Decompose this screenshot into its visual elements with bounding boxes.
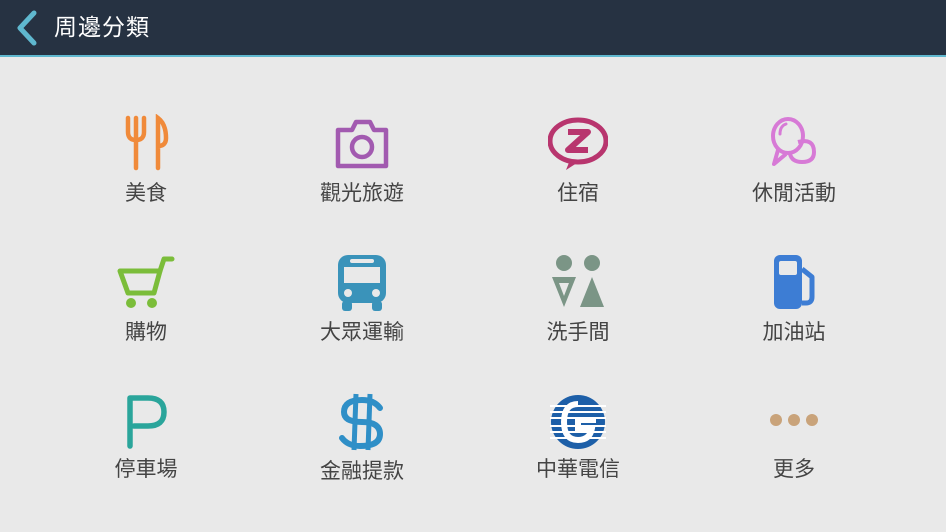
dollar-icon bbox=[339, 393, 384, 451]
category-gas-station[interactable]: 加油站 bbox=[686, 253, 902, 381]
category-label: 休閒活動 bbox=[752, 181, 836, 205]
category-label: 購物 bbox=[125, 320, 167, 344]
fork-knife-icon bbox=[125, 114, 169, 171]
category-parking[interactable]: 停車場 bbox=[38, 392, 254, 520]
app-header: 周邊分類 bbox=[0, 0, 946, 57]
category-food[interactable]: 美食 bbox=[38, 114, 254, 242]
category-more[interactable]: 更多 bbox=[686, 392, 902, 520]
category-label: 住宿 bbox=[557, 181, 599, 205]
category-label: 大眾運輸 bbox=[320, 320, 404, 344]
category-grid: 美食 觀光旅遊 住宿 休閒活動 購物 大眾運輸 洗手間 加油站 停車場 金融提款… bbox=[0, 57, 946, 532]
balloon-icon bbox=[771, 117, 816, 166]
category-label: 美食 bbox=[125, 181, 167, 205]
category-label: 加油站 bbox=[762, 320, 826, 344]
restroom-icon bbox=[552, 255, 604, 307]
category-label: 洗手間 bbox=[546, 320, 610, 344]
category-tourism[interactable]: 觀光旅遊 bbox=[254, 114, 470, 242]
category-label: 金融提款 bbox=[320, 459, 404, 483]
sleep-bubble-icon bbox=[548, 117, 608, 170]
camera-icon bbox=[335, 119, 389, 169]
category-leisure[interactable]: 休閒活動 bbox=[686, 114, 902, 242]
chevron-left-icon bbox=[17, 10, 37, 46]
category-label: 更多 bbox=[773, 457, 815, 481]
category-transit[interactable]: 大眾運輸 bbox=[254, 253, 470, 381]
category-label: 停車場 bbox=[114, 457, 178, 481]
category-lodging[interactable]: 住宿 bbox=[470, 114, 686, 242]
bus-icon bbox=[338, 255, 386, 311]
category-shopping[interactable]: 購物 bbox=[38, 253, 254, 381]
category-chunghwa-telecom[interactable]: 中華電信 bbox=[470, 392, 686, 520]
category-label: 觀光旅遊 bbox=[320, 181, 404, 205]
fuel-pump-icon bbox=[774, 255, 815, 309]
more-dots-icon bbox=[770, 414, 818, 426]
category-label: 中華電信 bbox=[536, 457, 620, 481]
back-button[interactable] bbox=[10, 8, 44, 48]
category-restroom[interactable]: 洗手間 bbox=[470, 253, 686, 381]
shopping-cart-icon bbox=[117, 256, 175, 308]
parking-icon bbox=[127, 395, 167, 449]
chunghwa-telecom-logo-icon bbox=[550, 395, 606, 449]
category-atm[interactable]: 金融提款 bbox=[254, 392, 470, 520]
page-title: 周邊分類 bbox=[54, 15, 150, 41]
